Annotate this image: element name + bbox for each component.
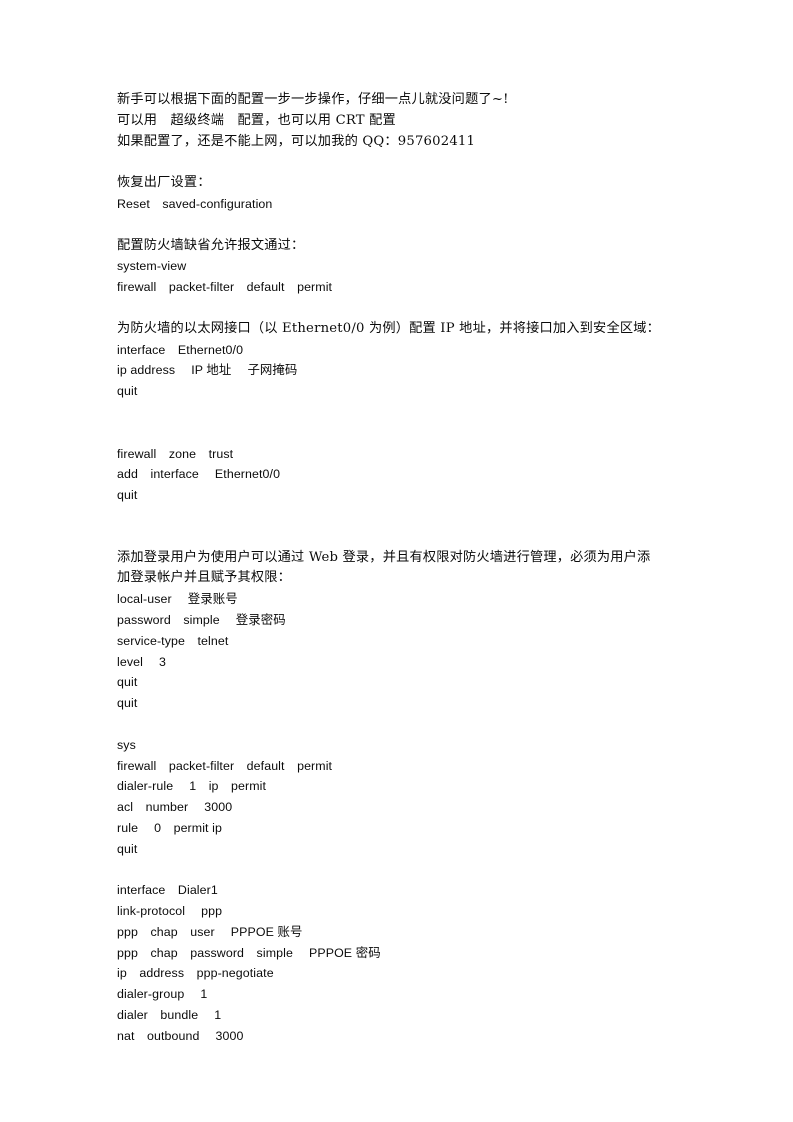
text-line: 新手可以根据下面的配置一步一步操作，仔细一点儿就没问题了~! — [117, 92, 509, 107]
text-line: ip address IP 地址 子网掩码 — [117, 363, 298, 378]
text-line: 加登录帐户并且赋予其权限： — [117, 570, 292, 586]
document-text-body: 新手可以根据下面的配置一步一步操作，仔细一点儿就没问题了~! 可以用 超级终端 配… — [117, 90, 682, 1047]
text-line: ip address ppp-negotiate — [117, 966, 274, 981]
text-line: quit — [117, 696, 138, 711]
text-line: 配置防火墙缺省允许报文通过： — [117, 237, 305, 253]
document-page: 新手可以根据下面的配置一步一步操作，仔细一点儿就没问题了~! 可以用 超级终端 配… — [0, 0, 793, 1122]
text-line: dialer bundle 1 — [117, 1008, 222, 1023]
text-line: 添加登录用户为使用户可以通过 Web 登录，并且有权限对防火墙进行管理，必须为用… — [117, 549, 651, 565]
text-line: rule 0 permit ip — [117, 820, 222, 835]
text-line: firewall packet-filter default permit — [117, 758, 333, 773]
text-line: level 3 — [117, 654, 167, 669]
text-line: firewall zone trust — [117, 446, 234, 461]
text-line: ppp chap password simple PPPOE 密码 — [117, 945, 381, 960]
text-line: nat outbound 3000 — [117, 1028, 244, 1043]
text-line: 如果配置了，还是不能上网，可以加我的 QQ：957602411 — [117, 133, 476, 149]
text-line: interface Dialer1 — [117, 883, 218, 898]
text-line: service-type telnet — [117, 633, 229, 648]
text-line: dialer-rule 1 ip permit — [117, 779, 267, 794]
text-line: sys — [117, 737, 136, 752]
text-line: 可以用 超级终端 配置，也可以用 CRT 配置 — [117, 112, 396, 128]
text-line: local-user 登录账号 — [117, 592, 238, 607]
text-line: acl number 3000 — [117, 800, 233, 815]
text-line: quit — [117, 841, 138, 856]
text-line: quit — [117, 384, 138, 399]
text-line: password simple 登录密码 — [117, 612, 286, 627]
text-line: add interface Ethernet0/0 — [117, 467, 281, 482]
text-line: 恢复出厂设置： — [117, 175, 211, 191]
text-line: dialer-group 1 — [117, 987, 208, 1002]
text-line: link-protocol ppp — [117, 904, 223, 919]
text-line: 为防火墙的以太网接口（以 Ethernet0/0 为例）配置 IP 地址，并将接… — [117, 320, 660, 336]
text-line: quit — [117, 675, 138, 690]
text-line: firewall packet-filter default permit — [117, 280, 333, 295]
text-line: system-view — [117, 259, 187, 274]
text-line: ppp chap user PPPOE 账号 — [117, 924, 303, 939]
text-line: interface Ethernet0/0 — [117, 342, 244, 357]
text-line: quit — [117, 488, 138, 503]
text-line: Reset saved-configuration — [117, 196, 273, 211]
